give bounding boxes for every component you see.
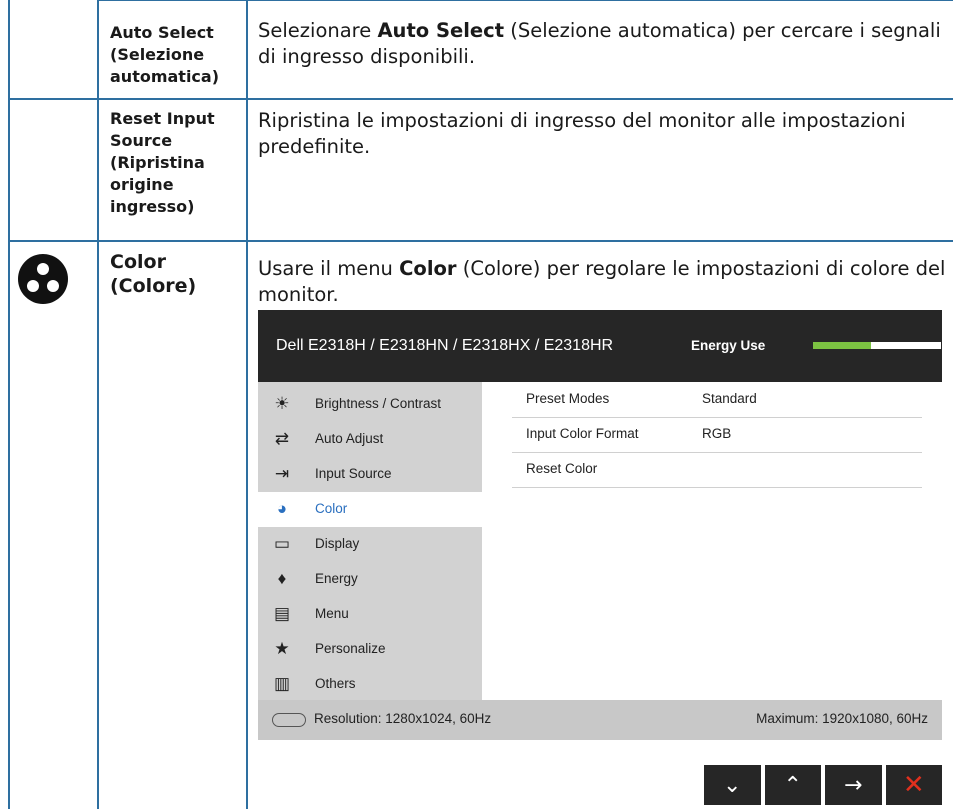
row-desc-auto-select: Selezionare Auto Select (Selezione autom… bbox=[258, 19, 941, 68]
color-icon: ◕ bbox=[276, 499, 288, 518]
osd-menu-menu[interactable]: ▤ Menu bbox=[258, 597, 482, 632]
osd-menu-auto-adjust[interactable]: ⇄ Auto Adjust bbox=[258, 422, 482, 457]
osd-menu-others[interactable]: ▥ Others bbox=[258, 667, 482, 702]
osd-menu-color[interactable]: ◕ Color bbox=[258, 492, 482, 527]
osd-screenshot: Dell E2318H / E2318HN / E2318HX / E2318H… bbox=[258, 310, 942, 740]
row-divider-top-partial bbox=[97, 0, 953, 1]
sun-icon: ☀ bbox=[274, 394, 290, 413]
energy-icon: ♦ bbox=[277, 569, 287, 588]
maximum-resolution-text: Maximum: 1920x1080, 60Hz bbox=[756, 711, 928, 726]
osd-title: Dell E2318H / E2318HN / E2318HX / E2318H… bbox=[276, 337, 614, 354]
others-icon: ▥ bbox=[273, 674, 291, 693]
osd-menu-personalize[interactable]: ★ Personalize bbox=[258, 632, 482, 667]
osd-menu: ☀ Brightness / Contrast ⇄ Auto Adjust ⇥ … bbox=[258, 382, 482, 700]
input-source-icon: ⇥ bbox=[274, 464, 290, 483]
display-icon: ▭ bbox=[273, 534, 291, 553]
menu-icon: ▤ bbox=[273, 604, 291, 623]
up-icon[interactable]: ⌃ bbox=[764, 765, 821, 805]
osd-footer: Resolution: 1280x1024, 60Hz Maximum: 192… bbox=[258, 700, 942, 740]
row-desc-reset-input: Ripristina le impostazioni di ingresso d… bbox=[258, 109, 906, 158]
star-icon: ★ bbox=[274, 639, 290, 658]
row-label-color: Color (Colore) bbox=[110, 251, 197, 297]
submenu-reset-color[interactable]: Reset Color bbox=[512, 452, 922, 488]
osd-header: Dell E2318H / E2318HN / E2318HX / E2318H… bbox=[258, 310, 942, 382]
osd-nav-buttons: ⌄ ⌃ → ✕ bbox=[704, 765, 942, 805]
submenu-input-color-format[interactable]: Input Color Format RGB bbox=[512, 417, 922, 453]
energy-use-bar bbox=[813, 342, 941, 349]
close-icon[interactable]: ✕ bbox=[885, 765, 942, 805]
right-arrow-icon[interactable]: → bbox=[825, 765, 882, 805]
osd-menu-display[interactable]: ▭ Display bbox=[258, 527, 482, 562]
row-divider-1 bbox=[8, 98, 953, 100]
submenu-preset-modes[interactable]: Preset Modes Standard bbox=[512, 382, 922, 418]
osd-menu-input-source[interactable]: ⇥ Input Source bbox=[258, 457, 482, 492]
osd-menu-brightness-contrast[interactable]: ☀ Brightness / Contrast bbox=[258, 387, 482, 422]
energy-use-fill bbox=[813, 342, 871, 349]
auto-adjust-icon: ⇄ bbox=[274, 429, 290, 448]
row-label-auto-select: Auto Select (Selezione automatica) bbox=[110, 23, 220, 86]
table-border-left bbox=[8, 0, 10, 809]
color-menu-icon bbox=[18, 254, 68, 304]
energy-use-label: Energy Use bbox=[691, 338, 766, 353]
row-label-reset-input: Reset Input Source (Ripristina origine i… bbox=[110, 109, 215, 216]
down-icon[interactable]: ⌄ bbox=[704, 765, 761, 805]
table-border-col2 bbox=[246, 0, 248, 809]
resolution-text: Resolution: 1280x1024, 60Hz bbox=[314, 711, 492, 726]
row-desc-color: Usare il menu Color (Colore) per regolar… bbox=[258, 257, 946, 306]
vga-connector-icon bbox=[272, 713, 306, 727]
table-border-col1 bbox=[97, 0, 99, 809]
osd-menu-energy[interactable]: ♦ Energy bbox=[258, 562, 482, 597]
row-divider-2 bbox=[8, 240, 953, 242]
